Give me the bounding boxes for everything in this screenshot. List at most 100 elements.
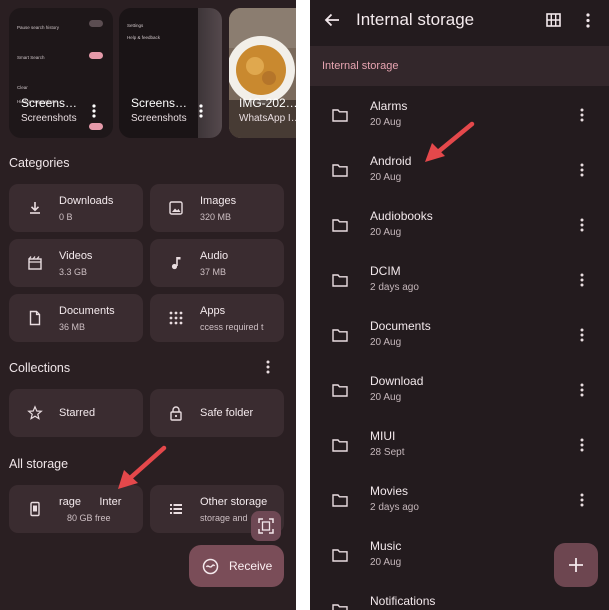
recent-title: IMG-202… [239, 96, 296, 110]
folder-row[interactable]: Movies 2 days ago [310, 473, 609, 528]
receive-button[interactable]: Receive [189, 545, 284, 587]
category-label: Documents [59, 305, 115, 317]
folder-name: Download [370, 374, 424, 388]
breadcrumb[interactable]: Internal storage [322, 60, 398, 72]
category-audio[interactable]: Audio 37 MB [150, 239, 284, 287]
folder-icon [332, 329, 348, 342]
document-icon [29, 310, 41, 326]
mini-setting-label: Help & feedback [127, 35, 161, 40]
scan-button[interactable] [251, 511, 281, 541]
mini-toggle-on [89, 123, 103, 130]
folder-date: 2 days ago [370, 282, 419, 293]
back-arrow-icon[interactable] [324, 12, 340, 28]
storage-label: rage Inter [59, 496, 122, 508]
folder-date: 28 Sept [370, 447, 405, 458]
annotation-arrow [118, 445, 167, 489]
category-label: Downloads [59, 195, 114, 207]
folder-date: 20 Aug [370, 392, 402, 403]
categories-heading: Categories [9, 156, 70, 170]
folder-icon [332, 109, 348, 122]
more-vert-icon[interactable] [579, 328, 585, 342]
download-icon [30, 202, 40, 214]
category-videos[interactable]: Videos 3.3 GB [9, 239, 143, 287]
category-size: ccess required t [200, 322, 264, 332]
folder-icon [332, 384, 348, 397]
plus-icon [569, 558, 583, 572]
category-images[interactable]: Images 320 MB [150, 184, 284, 232]
more-vert-icon[interactable] [579, 493, 585, 507]
folder-icon [332, 439, 348, 452]
folder-name: Android [370, 154, 412, 168]
collection-starred[interactable]: Starred [9, 389, 143, 437]
collection-safe-folder[interactable]: Safe folder [150, 389, 284, 437]
more-vert-icon[interactable] [579, 383, 585, 397]
folder-icon [332, 604, 348, 610]
folder-row[interactable]: Documents 20 Aug [310, 308, 609, 363]
folder-name: Music [370, 539, 402, 553]
mini-setting-3: Clear [17, 76, 28, 90]
collection-label: Safe folder [200, 407, 254, 419]
category-downloads[interactable]: Downloads 0 B [9, 184, 143, 232]
folder-row[interactable]: Audiobooks 20 Aug [310, 198, 609, 253]
more-vert-icon[interactable] [579, 273, 585, 287]
category-label: Audio [200, 250, 229, 262]
receive-label: Receive [229, 559, 273, 573]
folder-row[interactable]: DCIM 2 days ago [310, 253, 609, 308]
more-vert-icon[interactable] [579, 438, 585, 452]
folder-name: Movies [370, 484, 409, 498]
mini-setting-1: Pause search history [17, 16, 59, 30]
more-vert-icon[interactable] [87, 104, 101, 118]
add-fab[interactable] [554, 543, 598, 587]
page-title: Internal storage [356, 10, 475, 29]
folder-icon [332, 494, 348, 507]
folder-row[interactable]: Download 20 Aug [310, 363, 609, 418]
more-vert-icon[interactable] [194, 104, 208, 118]
category-size: 36 MB [59, 322, 86, 332]
folder-name: MIUI [370, 429, 396, 443]
star-icon [27, 405, 43, 420]
category-label: Images [200, 195, 237, 207]
more-vert-icon[interactable] [265, 360, 271, 374]
breadcrumb-bar: Internal storage [310, 46, 609, 86]
folder-icon [332, 274, 348, 287]
more-vert-icon[interactable] [585, 13, 591, 28]
all-storage-heading: All storage [9, 457, 69, 471]
folder-row[interactable]: Notifications [310, 583, 609, 610]
recent-item-1[interactable]: Pause search history Smart Search Clear … [9, 8, 113, 138]
lock-icon [170, 406, 182, 421]
music-note-icon [171, 257, 181, 270]
image-icon [169, 201, 183, 215]
category-documents[interactable]: Documents 36 MB [9, 294, 143, 342]
recent-subtitle: WhatsApp I… [239, 113, 296, 124]
document-scanner-icon [258, 518, 274, 534]
folder-name: Alarms [370, 99, 408, 113]
collection-label: Starred [59, 407, 96, 419]
storage-free: 80 GB free [67, 513, 111, 523]
category-size: 320 MB [200, 212, 232, 222]
category-label: Apps [200, 305, 226, 317]
mini-toggle-off [89, 20, 103, 27]
mini-setting-1: Settings [127, 14, 143, 28]
annotation-arrow [425, 121, 475, 162]
folder-row[interactable]: MIUI 28 Sept [310, 418, 609, 473]
folder-date: 2 days ago [370, 502, 419, 513]
more-vert-icon[interactable] [579, 163, 585, 177]
more-vert-icon[interactable] [579, 108, 585, 122]
category-size: 37 MB [200, 267, 227, 277]
mini-setting-label: Smart Search [17, 55, 45, 60]
recent-item-2[interactable]: Settings Help & feedback Screens… Screen… [119, 8, 222, 138]
folder-name: Documents [370, 319, 431, 333]
folder-date: 20 Aug [370, 337, 402, 348]
recent-caption: IMG-202… WhatsApp I… [239, 96, 296, 124]
category-apps[interactable]: Apps ccess required t [150, 294, 284, 342]
mini-setting-2: Help & feedback [127, 26, 160, 40]
recent-item-3[interactable]: IMG-202… WhatsApp I… [229, 8, 296, 138]
mini-setting-label: Pause search history [17, 25, 60, 30]
category-size: 3.3 GB [59, 267, 88, 277]
mini-setting-2: Smart Search [17, 46, 45, 60]
grid-view-icon[interactable] [546, 13, 561, 27]
mini-toggle-on [89, 52, 103, 59]
folder-date: 20 Aug [370, 227, 402, 238]
folder-date: 20 Aug [370, 557, 402, 568]
more-vert-icon[interactable] [579, 218, 585, 232]
